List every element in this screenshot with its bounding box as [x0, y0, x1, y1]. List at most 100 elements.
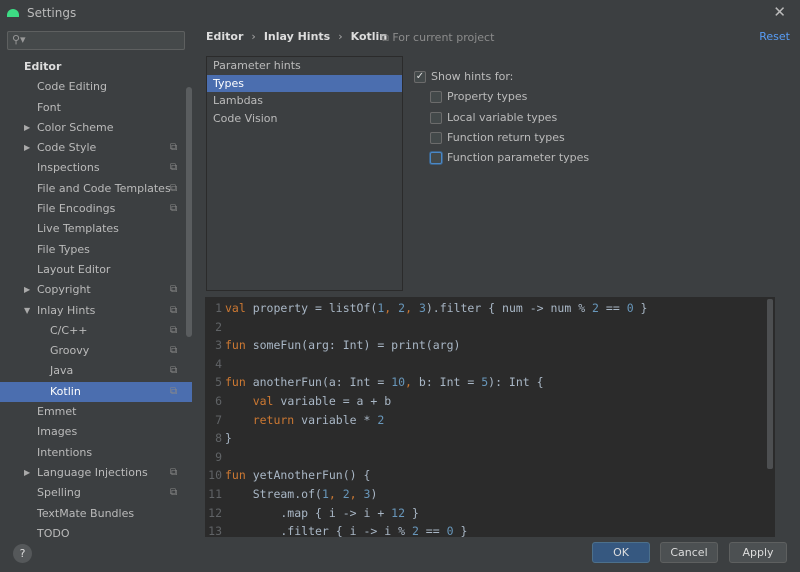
scope-text: For current project: [392, 31, 495, 44]
close-icon[interactable]: ✕: [773, 3, 786, 21]
sidebar-item-file-types[interactable]: File Types: [0, 240, 192, 260]
help-button[interactable]: ?: [13, 544, 32, 563]
sidebar-item-live-templates[interactable]: Live Templates: [0, 219, 192, 239]
sidebar-item-code-editing[interactable]: Code Editing: [0, 77, 192, 97]
code-preview[interactable]: 1 val property = listOf(1, 2, 3).filter {…: [205, 297, 775, 537]
line-number: 1: [215, 301, 222, 315]
code-text: fun someFun(arg: Int) = print(arg): [225, 336, 460, 355]
reset-link[interactable]: Reset: [759, 30, 790, 43]
code-text: .map { i -> i + 12 }: [225, 504, 419, 523]
ok-button[interactable]: OK: [592, 542, 650, 563]
code-token: 10: [391, 375, 406, 390]
code-line: 9: [205, 448, 775, 467]
hint-option-checkbox[interactable]: Local variable types: [430, 108, 589, 128]
line-number: 11: [208, 486, 222, 501]
sidebar-item-font[interactable]: Font: [0, 98, 192, 118]
sidebar-item-spelling[interactable]: Spelling ⧉: [0, 483, 192, 503]
dialog-footer: ? OK Cancel Apply: [0, 540, 800, 572]
sidebar-item-editor[interactable]: Editor: [0, 57, 192, 77]
sidebar-item-emmet[interactable]: Emmet: [0, 402, 192, 422]
sidebar-item-label: File Encodings: [37, 202, 116, 216]
sidebar-item-c-c-[interactable]: C/C++ ⧉: [0, 321, 192, 341]
code-token: 2: [592, 301, 599, 315]
code-token: Stream.of(: [225, 486, 322, 501]
hint-category-item[interactable]: Code Vision: [207, 110, 402, 128]
code-token: ,: [328, 486, 343, 501]
checkbox-label: Local variable types: [447, 110, 558, 124]
sidebar-item-file-encodings[interactable]: File Encodings ⧉: [0, 199, 192, 219]
breadcrumb-item: Editor: [206, 30, 244, 43]
collapsed-arrow-icon[interactable]: ▶: [24, 463, 30, 483]
code-token: 12: [391, 505, 406, 520]
collapsed-arrow-icon[interactable]: ▶: [24, 138, 30, 158]
copy-icon: ⧉: [170, 203, 178, 215]
code-token: fun: [225, 338, 246, 353]
line-number: 4: [215, 356, 222, 371]
title-bar: Settings ✕: [0, 0, 800, 25]
code-token: }: [405, 505, 419, 520]
code-token: 2: [377, 412, 385, 427]
code-line: 3 fun someFun(arg: Int) = print(arg): [205, 336, 775, 355]
code-line: 6 val variable = a + b: [205, 392, 775, 411]
breadcrumb: Editor › Inlay Hints › Kotlin: [206, 30, 387, 43]
checkbox-checked-icon[interactable]: ✓: [414, 71, 426, 84]
hint-category-item[interactable]: Lambdas: [207, 92, 402, 110]
hint-category-item[interactable]: Parameter hints: [207, 57, 402, 75]
chevron-right-icon: ›: [338, 30, 343, 43]
copy-icon: ⧉: [170, 385, 178, 397]
sidebar-item-images[interactable]: Images: [0, 422, 192, 442]
scope-label: ⧉ For current project: [381, 31, 494, 45]
code-token: }: [453, 524, 468, 537]
code-line: 1 val property = listOf(1, 2, 3).filter {…: [205, 299, 775, 318]
sidebar-item-groovy[interactable]: Groovy ⧉: [0, 341, 192, 361]
sidebar-item-kotlin[interactable]: Kotlin ⧉: [0, 381, 192, 403]
sidebar-item-java[interactable]: Java ⧉: [0, 361, 192, 381]
line-number: 5: [215, 375, 222, 390]
hint-option-checkbox[interactable]: Function parameter types: [430, 148, 589, 168]
checkbox-unchecked-icon[interactable]: [430, 111, 442, 124]
sidebar-item-code-style[interactable]: ▶ Code Style ⧉: [0, 138, 192, 158]
copy-icon: ⧉: [170, 466, 178, 478]
code-token: 3: [418, 301, 426, 315]
hint-option-checkbox[interactable]: Function return types: [430, 128, 589, 148]
sidebar-item-file-and-code-templates[interactable]: File and Code Templates ⧉: [0, 179, 192, 199]
sidebar-item-copyright[interactable]: ▶ Copyright ⧉: [0, 280, 192, 300]
search-input[interactable]: ⚲▾: [7, 31, 185, 50]
sidebar-item-label: Groovy: [50, 344, 90, 358]
line-number: 10: [208, 468, 222, 483]
sidebar-item-label: Inspections: [37, 161, 100, 175]
code-token: b: Int =: [418, 375, 482, 390]
code-line: 2: [205, 318, 775, 337]
checkbox-unchecked-icon[interactable]: [430, 132, 442, 145]
checkbox-unchecked-icon[interactable]: [430, 91, 442, 104]
sidebar-item-language-injections[interactable]: ▶ Language Injections ⧉: [0, 463, 192, 483]
sidebar-item-color-scheme[interactable]: ▶ Color Scheme: [0, 118, 192, 138]
editor-scrollbar[interactable]: [767, 299, 773, 469]
checkbox-unchecked-icon[interactable]: [430, 152, 442, 165]
sidebar-item-intentions[interactable]: Intentions: [0, 443, 192, 463]
apply-button[interactable]: Apply: [729, 542, 787, 563]
sidebar-item-label: Emmet: [37, 405, 77, 419]
sidebar-item-inlay-hints[interactable]: ▼ Inlay Hints ⧉: [0, 301, 192, 321]
line-number: 7: [215, 412, 222, 427]
expanded-arrow-icon[interactable]: ▼: [24, 301, 30, 321]
code-token: 2: [342, 486, 350, 501]
show-hints-checkbox[interactable]: ✓ Show hints for:: [414, 67, 589, 87]
code-token: ): Int {: [488, 375, 544, 390]
code-token: 2: [411, 524, 419, 537]
cancel-button[interactable]: Cancel: [660, 542, 718, 563]
code-token: }: [633, 301, 648, 315]
hint-category-item[interactable]: Types: [207, 74, 402, 92]
hint-option-checkbox[interactable]: Property types: [430, 87, 589, 107]
sidebar-item-label: TODO: [37, 526, 70, 540]
collapsed-arrow-icon[interactable]: ▶: [24, 280, 30, 300]
checkbox-label: Function return types: [447, 131, 565, 145]
sidebar-item-todo[interactable]: TODO: [0, 524, 192, 540]
sidebar-item-inspections[interactable]: Inspections ⧉: [0, 158, 192, 178]
sidebar-item-textmate-bundles[interactable]: TextMate Bundles: [0, 504, 192, 524]
sidebar-item-label: Inlay Hints: [37, 303, 96, 317]
sidebar-item-layout-editor[interactable]: Layout Editor: [0, 260, 192, 280]
sidebar-item-label: Language Injections: [37, 465, 148, 479]
copy-icon: ⧉: [170, 182, 178, 194]
collapsed-arrow-icon[interactable]: ▶: [24, 118, 30, 138]
